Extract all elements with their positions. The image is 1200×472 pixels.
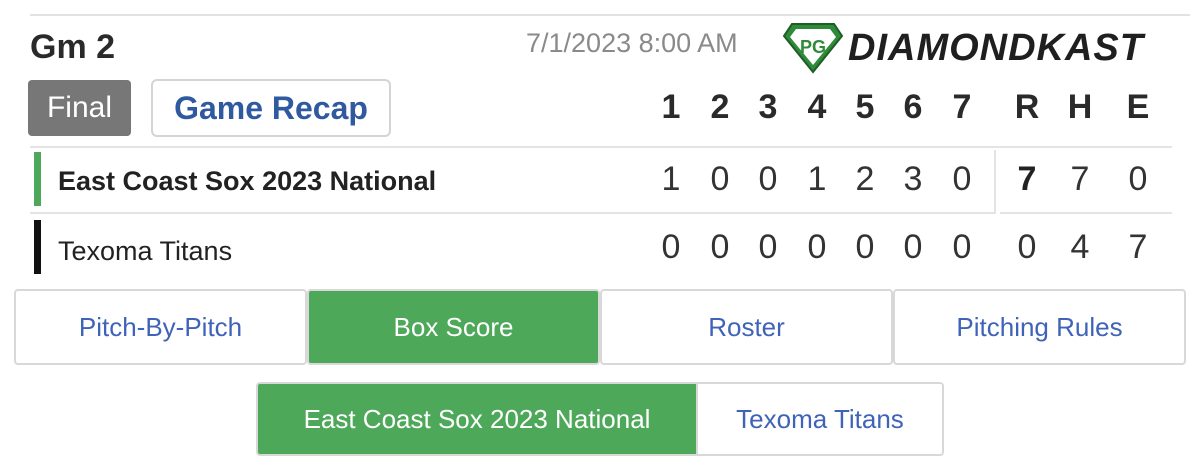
inning-header-2: 2 [710,88,730,126]
inning-header-4: 4 [807,88,827,126]
final-status-badge: Final [28,80,131,136]
totals-column-separator [994,150,996,214]
row-divider-left [30,212,994,214]
inning-score: 0 [710,160,730,198]
inning-score: 1 [661,160,681,198]
team-name: Texoma Titans [58,236,233,266]
inning-score: 0 [855,228,875,266]
inning-header-6: 6 [903,88,923,126]
inning-header-7: 7 [952,88,972,126]
top-divider [30,14,1190,16]
inning-score: 1 [807,160,827,198]
team-color-bar [34,152,41,206]
tab-pitching-rules[interactable]: Pitching Rules [893,289,1186,365]
team-name: East Coast Sox 2023 National [58,166,437,196]
row-divider-right [1000,212,1172,214]
tab-box-score[interactable]: Box Score [307,289,600,365]
logo-wordmark: DIAMONDKAST [848,26,1144,69]
inning-header-1: 1 [661,88,681,126]
inning-score: 0 [661,228,681,266]
errors-header: E [1126,88,1150,126]
inning-score: 0 [758,228,778,266]
tab-roster[interactable]: Roster [600,289,893,365]
hits-header: H [1067,88,1093,126]
inning-score: 0 [952,228,972,266]
game-label: Gm 2 [30,28,116,66]
game-recap-button[interactable]: Game Recap [151,79,391,137]
errors-total: 0 [1128,160,1148,198]
runs-header: R [1014,88,1040,126]
team-option-east-coast-sox[interactable]: East Coast Sox 2023 National [258,384,696,454]
inning-score: 2 [855,160,875,198]
inning-score: 0 [758,160,778,198]
inning-score: 3 [903,160,923,198]
inning-score: 0 [903,228,923,266]
runs-total: 7 [1017,160,1037,198]
runs-total: 0 [1017,228,1037,266]
svg-text:PG: PG [800,37,826,57]
team-selector: East Coast Sox 2023 National Texoma Tita… [256,382,944,456]
inning-header-3: 3 [758,88,778,126]
hits-total: 4 [1070,228,1090,266]
inning-score: 0 [710,228,730,266]
diamondkast-logo: PG DIAMONDKAST [782,22,1144,74]
inning-score: 0 [952,160,972,198]
errors-total: 7 [1128,228,1148,266]
pg-shield-icon: PG [782,23,844,74]
header-divider [30,146,1172,148]
inning-score: 0 [807,228,827,266]
inning-header-5: 5 [855,88,875,126]
team-color-bar [34,220,41,274]
game-tabs: Pitch-By-Pitch Box Score Roster Pitching… [14,289,1186,365]
team-option-texoma-titans[interactable]: Texoma Titans [696,384,942,454]
game-datetime: 7/1/2023 8:00 AM [526,28,738,58]
hits-total: 7 [1070,160,1090,198]
tab-pitch-by-pitch[interactable]: Pitch-By-Pitch [14,289,307,365]
